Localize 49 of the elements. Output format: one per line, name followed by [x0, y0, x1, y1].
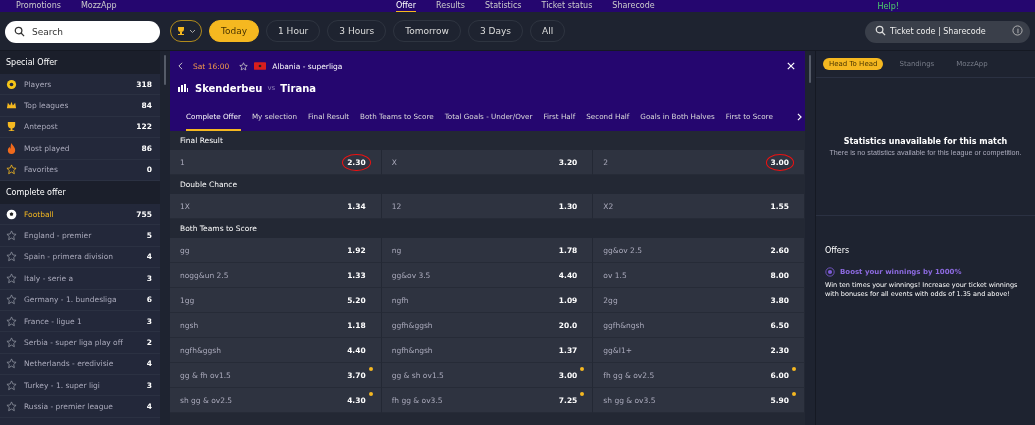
- star-icon: [6, 337, 17, 348]
- trophy-icon: [176, 26, 185, 36]
- sidebar-section-title: Special Offer: [0, 51, 160, 74]
- indicator-dot: [368, 392, 373, 396]
- indicator-dot: [368, 367, 373, 371]
- star-icon: [6, 401, 17, 413]
- top-nav-link[interactable]: Promotions: [16, 0, 61, 12]
- star-icon: [6, 358, 17, 370]
- badge-icon: [825, 267, 835, 277]
- top-nav-tab[interactable]: Ticket status: [541, 0, 593, 12]
- stats-icon: [178, 84, 188, 92]
- star-icon: [6, 164, 17, 176]
- star-icon: [6, 294, 17, 306]
- indicator-dot: [792, 367, 796, 371]
- search-icon: [14, 25, 25, 37]
- star-icon: [6, 251, 17, 263]
- info-icon[interactable]: [1012, 25, 1023, 37]
- top-nav-tab[interactable]: Statistics: [484, 0, 522, 12]
- search-field[interactable]: Search: [5, 20, 160, 43]
- time-filter-button[interactable]: Today: [209, 20, 260, 42]
- help-link[interactable]: Help!: [877, 0, 899, 12]
- star-icon: [6, 272, 17, 284]
- flame-icon: [6, 142, 17, 154]
- flag-icon: [254, 62, 267, 70]
- indicator-dot: [792, 392, 796, 396]
- offers-title: Offers: [825, 246, 851, 255]
- sidebar-section-title: Complete offer: [0, 180, 160, 204]
- close-icon: [787, 62, 795, 70]
- away-team: Tirana: [280, 82, 316, 94]
- stats-title: Statistics unavailable for this match: [843, 136, 1008, 146]
- trophy-icon: [6, 121, 17, 133]
- search-icon: [875, 25, 886, 37]
- home-team: Skenderbeu: [195, 82, 263, 94]
- indicator-dot: [580, 392, 585, 396]
- star-icon: [239, 61, 249, 71]
- top-nav-tab[interactable]: Offer: [396, 0, 417, 12]
- indicator-dot: [580, 367, 585, 371]
- star-icon: [6, 230, 17, 242]
- top-nav-tab[interactable]: Results: [436, 0, 465, 12]
- top-nav-link[interactable]: MozzApp: [80, 0, 117, 12]
- back-icon: [178, 62, 183, 70]
- badge-icon: [6, 78, 17, 90]
- star-icon: [6, 379, 17, 391]
- chevron-right-icon: [797, 113, 802, 121]
- ball-icon: [6, 208, 17, 220]
- ticket-code-field[interactable]: Ticket code | Sharecode: [865, 20, 1030, 43]
- top-nav-tab[interactable]: Sharecode: [612, 0, 655, 12]
- star-icon: [6, 315, 17, 327]
- caret-icon: [188, 28, 196, 34]
